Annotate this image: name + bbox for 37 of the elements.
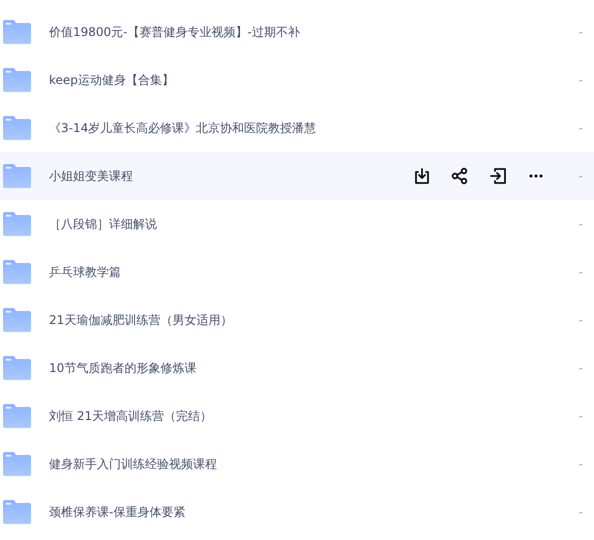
folder-icon <box>3 404 31 428</box>
download-icon[interactable] <box>412 167 431 185</box>
file-size: - <box>578 505 583 519</box>
folder-name[interactable]: keep运动健身【合集】 <box>49 72 579 88</box>
folder-icon <box>3 452 31 476</box>
file-size: - <box>578 121 583 135</box>
file-size: - <box>578 217 583 231</box>
folder-name[interactable]: 乒乓球教学篇 <box>49 264 579 280</box>
folder-name[interactable]: 10节气质跑者的形象修炼课 <box>49 360 579 376</box>
folder-name[interactable]: 刘恒 21天增高训练营（完结） <box>49 408 579 424</box>
file-size: - <box>578 265 583 279</box>
folder-icon <box>3 20 31 44</box>
folder-icon <box>3 356 31 380</box>
folder-name[interactable]: 小姐姐变美课程 <box>49 168 413 184</box>
folder-icon <box>3 164 31 188</box>
file-size: - <box>578 457 583 471</box>
folder-name[interactable]: 颈椎保养课-保重身体要紧 <box>49 504 579 520</box>
folder-icon <box>3 68 31 92</box>
folder-icon <box>3 308 31 332</box>
folder-name[interactable]: 健身新手入门训练经验视频课程 <box>49 456 579 472</box>
folder-name[interactable]: ［八段锦］详细解说 <box>49 216 579 232</box>
file-size: - <box>578 169 583 183</box>
file-size: - <box>578 409 583 423</box>
file-size: - <box>578 313 583 327</box>
folder-icon <box>3 260 31 284</box>
folder-icon <box>3 116 31 140</box>
file-size: - <box>578 73 583 87</box>
file-size: - <box>578 361 583 375</box>
folder-name[interactable]: 价值19800元-【赛普健身专业视频】-过期不补 <box>49 24 579 40</box>
folder-name[interactable]: 21天瑜伽减肥训练营（男女适用） <box>49 312 579 328</box>
folder-name[interactable]: 《3-14岁儿童长高必修课》北京协和医院教授潘慧 <box>49 120 579 136</box>
folder-icon <box>3 212 31 236</box>
move-icon[interactable] <box>488 167 507 185</box>
file-size: - <box>578 25 583 39</box>
share-icon[interactable] <box>450 167 469 185</box>
folder-icon <box>3 500 31 524</box>
file-row[interactable]: 小姐姐变美课程 - <box>0 152 594 200</box>
